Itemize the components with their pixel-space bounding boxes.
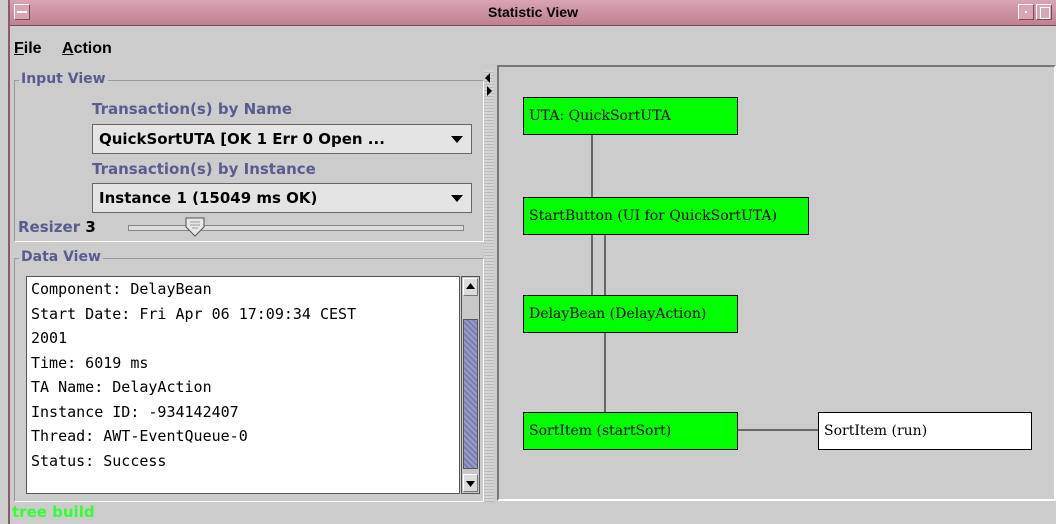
data-line: Status: Success [31,451,167,470]
graph-view: UTA: QuickSortUTA StartButton (UI for Qu… [497,65,1056,501]
status-bar-text: tree build [12,503,95,521]
data-view-textarea[interactable]: Component: DelayBean Start Date: Fri Apr… [26,276,460,494]
data-line: TA Name: DelayAction [31,378,212,396]
menu-file[interactable]: File [14,40,42,58]
data-view-scrollbar[interactable] [461,276,480,494]
statistic-view-window: Statistic View File Action Input View Tr… [8,0,1056,524]
minimize-icon[interactable] [1018,4,1034,20]
window-title: Statistic View [487,4,578,20]
graph-node-uta[interactable]: UTA: QuickSortUTA [523,97,738,135]
data-line: Instance ID: -934142407 [31,402,239,421]
transaction-by-name-select[interactable]: QuickSortUTA [OK 1 Err 0 Open ... [92,124,472,154]
menu-bar: File Action [10,26,1056,62]
scroll-up-button[interactable] [463,278,478,296]
menu-action[interactable]: Action [62,40,112,58]
data-line: Thread: AWT-EventQueue-0 [31,427,248,445]
by-name-label: Transaction(s) by Name [92,100,293,118]
by-instance-value: Instance 1 (15049 ms OK) [99,189,318,207]
by-name-value: QuickSortUTA [OK 1 Err 0 Open ... [99,130,385,148]
resizer-slider-thumb[interactable] [185,217,205,237]
input-view-title: Input View [19,71,108,87]
arrow-up-icon [466,283,475,289]
resizer-value: 3 [85,218,96,236]
resizer-label: Resizer 3 [18,218,96,236]
split-pane-divider[interactable] [484,70,494,502]
data-line: 2001 [31,329,68,347]
graph-node-startbutton[interactable]: StartButton (UI for QuickSortUTA) [523,197,809,235]
expand-right-icon[interactable] [487,86,492,96]
scroll-down-button[interactable] [463,474,478,492]
resizer-text: Resizer [18,218,81,236]
dropdown-arrow-icon [451,136,463,143]
title-bar[interactable]: Statistic View [10,0,1056,26]
data-line: Start Date: Fri Apr 06 17:09:34 CEST [31,304,357,323]
resizer-slider-track[interactable] [128,225,464,231]
graph-node-delaybean[interactable]: DelayBean (DelayAction) [523,295,738,333]
transaction-by-instance-select[interactable]: Instance 1 (15049 ms OK) [92,183,472,213]
data-line: Time: 6019 ms [31,353,149,372]
arrow-down-icon [466,481,475,487]
dropdown-arrow-icon [451,195,463,202]
scroll-thumb[interactable] [463,319,478,469]
data-view-title: Data View [19,249,103,265]
maximize-icon[interactable] [1036,4,1052,20]
by-instance-label: Transaction(s) by Instance [92,160,316,178]
collapse-left-icon[interactable] [485,73,490,83]
graph-node-sortitem-run[interactable]: SortItem (run) [818,412,1032,450]
data-line: Component: DelayBean [31,280,212,298]
graph-node-sortitem-startsort[interactable]: SortItem (startSort) [523,412,738,450]
